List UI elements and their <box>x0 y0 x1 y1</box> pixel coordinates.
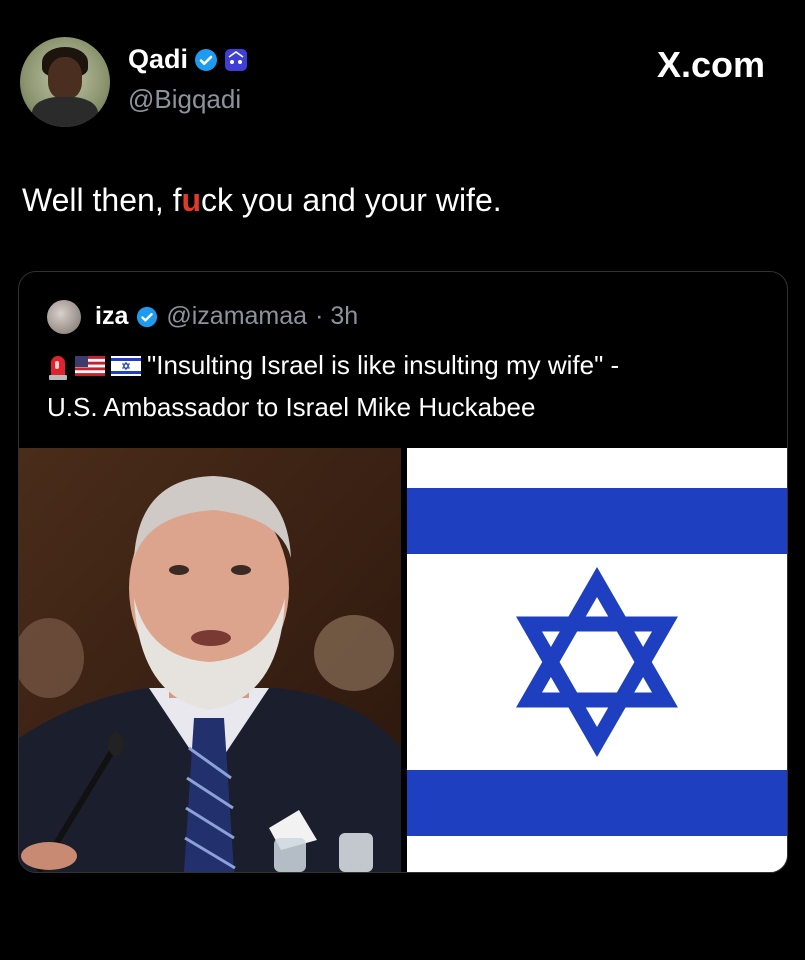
tweet-text-part1: Well then, f <box>22 182 182 218</box>
quoted-author-handle[interactable]: @izamamaa <box>166 302 307 331</box>
speaker-photo[interactable] <box>19 448 401 872</box>
siren-icon <box>49 355 67 380</box>
speaker-portrait <box>19 448 401 872</box>
quoted-text-line1: "Insulting Israel is like insulting my w… <box>47 350 619 381</box>
quote-text-line1: "Insulting Israel is like insulting my w… <box>147 350 620 380</box>
affiliate-badge-icon <box>225 48 248 71</box>
tweet-text: Well then, fuck you and your wife. <box>22 182 502 219</box>
censored-letter: u <box>181 182 202 218</box>
israel-flag-image[interactable] <box>407 448 787 872</box>
quoted-author-name[interactable]: iza <box>95 302 128 331</box>
author-name[interactable]: Qadi <box>128 44 188 75</box>
tweet-text-part3: you and your wife. <box>233 182 502 218</box>
quoted-author-avatar[interactable] <box>47 300 81 334</box>
quoted-timestamp[interactable]: · 3h <box>315 302 358 331</box>
quoted-author-row: iza @izamamaa · 3h <box>95 302 358 331</box>
verified-badge-icon <box>137 306 158 327</box>
quoted-tweet-card[interactable]: iza @izamamaa · 3h "Insulting Israel is … <box>18 271 788 873</box>
israel-flag-icon <box>111 355 141 376</box>
author-avatar[interactable] <box>20 37 110 127</box>
israel-flag-graphic <box>407 448 787 872</box>
verified-badge-icon <box>195 48 218 71</box>
author-handle[interactable]: @Bigqadi <box>128 84 241 115</box>
avatar-face <box>48 57 82 99</box>
quote-text-line2: U.S. Ambassador to Israel Mike Huckabee <box>47 392 536 422</box>
author-name-row: Qadi <box>128 44 248 75</box>
avatar-shirt <box>32 97 98 127</box>
us-flag-icon <box>75 355 105 376</box>
x-com-watermark: X.com <box>656 44 765 85</box>
tweet-text-part2: ck <box>201 182 234 218</box>
